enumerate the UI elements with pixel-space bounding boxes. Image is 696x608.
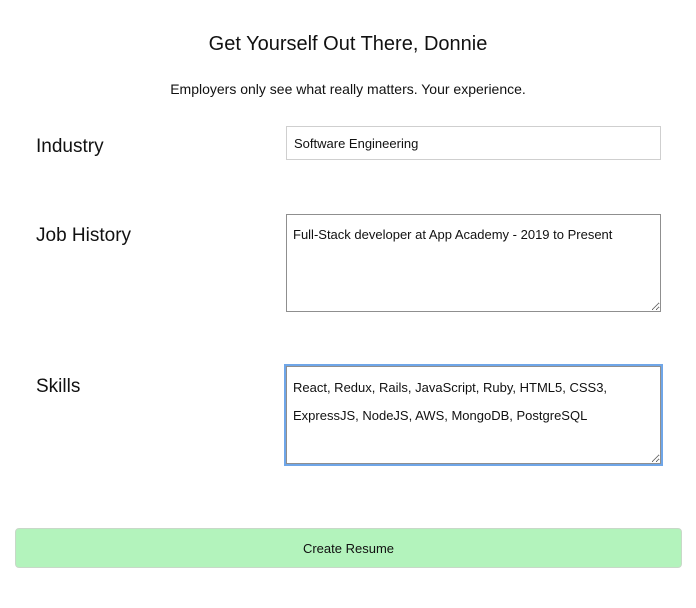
job-history-label: Job History bbox=[36, 225, 132, 246]
industry-label: Industry bbox=[36, 136, 104, 157]
page-subtitle: Employers only see what really matters. … bbox=[170, 81, 526, 97]
industry-input[interactable] bbox=[286, 126, 661, 160]
page-title: Get Yourself Out There, Donnie bbox=[208, 33, 488, 55]
create-resume-button[interactable]: Create Resume bbox=[15, 528, 682, 568]
job-history-textarea[interactable]: Full-Stack developer at App Academy - 20… bbox=[286, 214, 661, 312]
skills-textarea[interactable]: React, Redux, Rails, JavaScript, Ruby, H… bbox=[286, 366, 661, 464]
skills-label: Skills bbox=[36, 376, 81, 397]
resume-form-page: Get Yourself Out There, Donnie Employers… bbox=[0, 0, 696, 608]
